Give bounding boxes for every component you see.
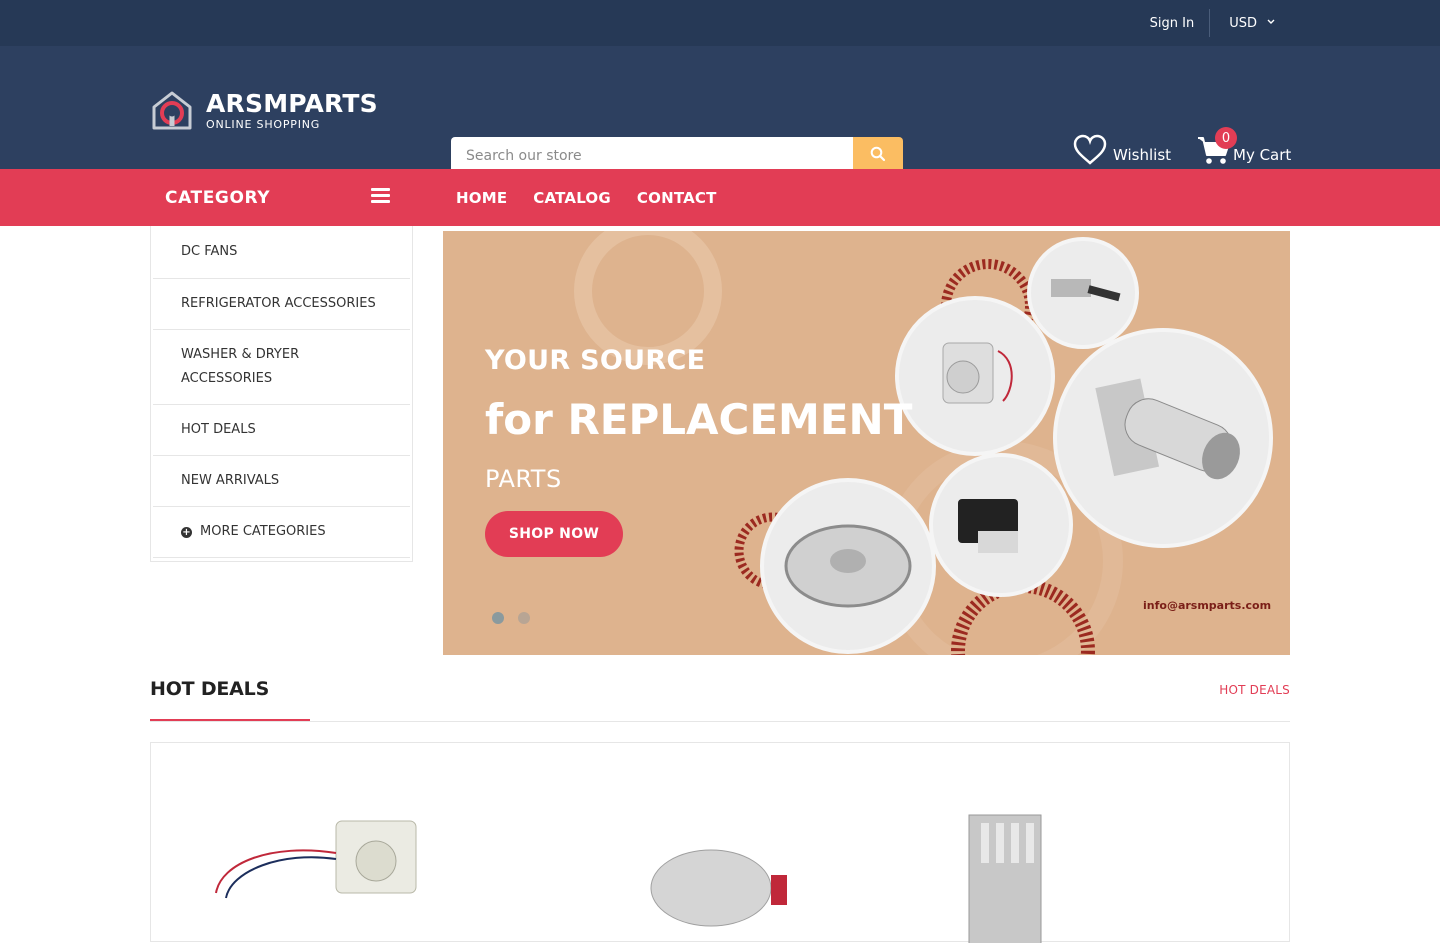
- sidebar-item-new-arrivals[interactable]: NEW ARRIVALS: [153, 456, 410, 507]
- section-title-underline: [150, 719, 310, 721]
- carousel-dot[interactable]: [518, 612, 530, 624]
- category-title[interactable]: CATEGORY: [165, 169, 270, 226]
- sidebar-item-more-categories[interactable]: + MORE CATEGORIES: [153, 507, 410, 558]
- nav-contact[interactable]: CONTACT: [637, 189, 717, 207]
- product-image[interactable]: [215, 820, 417, 899]
- cart-link[interactable]: 0 My Cart: [1197, 127, 1292, 170]
- nav-menu: HOME CATALOG CONTACT: [456, 169, 717, 226]
- sidebar-item-label: HOT DEALS: [181, 422, 256, 437]
- cart-label: My Cart: [1233, 146, 1292, 164]
- sidebar-item-label: REFRIGERATOR ACCESSORIES: [181, 296, 376, 311]
- category-sidebar: DC FANS REFRIGERATOR ACCESSORIES WASHER …: [150, 226, 413, 562]
- chevron-down-icon: [1267, 18, 1275, 28]
- product-circle: [760, 478, 936, 654]
- currency-selector[interactable]: USD: [1210, 16, 1290, 31]
- wishlist-link[interactable]: Wishlist: [1073, 134, 1171, 170]
- wishlist-label: Wishlist: [1113, 146, 1172, 164]
- top-bar: Sign In USD: [0, 0, 1440, 46]
- sidebar-item-dc-fans[interactable]: DC FANS: [153, 226, 410, 279]
- logo[interactable]: ARSMPARTS ONLINE SHOPPING: [150, 88, 378, 132]
- product-image[interactable]: [968, 814, 1042, 943]
- sidebar-item-label: DC FANS: [181, 244, 238, 259]
- section-divider: [150, 721, 1290, 722]
- menu-hamburger-icon[interactable]: [371, 188, 390, 206]
- banner-email: info@arsmparts.com: [1143, 599, 1272, 612]
- nav-catalog[interactable]: CATALOG: [533, 189, 611, 207]
- banner-subheadline: for REPLACEMENT: [485, 395, 913, 444]
- product-circle: [1027, 237, 1139, 349]
- product-image[interactable]: [650, 849, 787, 927]
- carousel-dot[interactable]: [492, 612, 504, 624]
- plus-circle-icon: +: [181, 526, 192, 538]
- sidebar-item-washer-dryer-accessories[interactable]: WASHER & DRYER ACCESSORIES: [153, 330, 410, 405]
- sign-in-link[interactable]: Sign In: [1135, 16, 1210, 31]
- search-icon: [870, 146, 886, 166]
- hero-banner[interactable]: YOUR SOURCE for REPLACEMENT PARTS SHOP N…: [443, 231, 1290, 655]
- heart-icon: [1073, 134, 1107, 170]
- cart-count-badge: 0: [1215, 127, 1237, 149]
- sidebar-item-label: WASHER & DRYER ACCESSORIES: [181, 347, 300, 386]
- shop-now-button[interactable]: SHOP NOW: [485, 511, 623, 557]
- header: ARSMPARTS ONLINE SHOPPING Wishlist 0 My …: [0, 46, 1440, 175]
- banner-headline: YOUR SOURCE: [485, 345, 706, 376]
- logo-house-icon: [150, 88, 194, 132]
- sidebar-item-refrigerator-accessories[interactable]: REFRIGERATOR ACCESSORIES: [153, 279, 410, 330]
- main-nav: CATEGORY HOME CATALOG CONTACT: [0, 169, 1440, 226]
- sidebar-item-hot-deals[interactable]: HOT DEALS: [153, 405, 410, 456]
- product-circle: [895, 296, 1055, 456]
- section-link[interactable]: HOT DEALS: [1219, 683, 1290, 697]
- product-circle: [1053, 328, 1273, 548]
- nav-home[interactable]: HOME: [456, 189, 507, 207]
- currency-value: USD: [1229, 15, 1257, 31]
- product-carousel: [150, 742, 1290, 943]
- brand-tagline: ONLINE SHOPPING: [206, 117, 321, 131]
- product-circle: [929, 453, 1073, 597]
- section-title: HOT DEALS: [150, 678, 270, 700]
- sidebar-item-label: NEW ARRIVALS: [181, 473, 280, 488]
- brand-name: ARSMPARTS: [206, 88, 378, 118]
- carousel-dots: [492, 612, 530, 624]
- banner-tagline: PARTS: [485, 465, 562, 493]
- sidebar-item-label: MORE CATEGORIES: [200, 524, 326, 539]
